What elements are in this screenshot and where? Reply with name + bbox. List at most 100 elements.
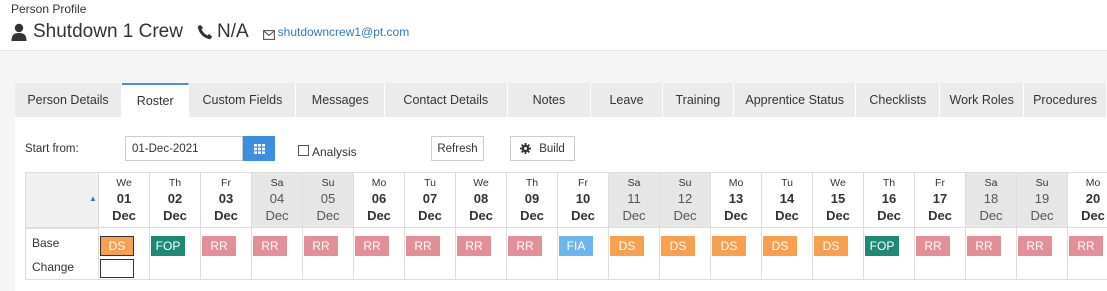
refresh-button[interactable]: Refresh [431, 136, 484, 161]
day-dow: We [116, 177, 132, 189]
day-num: 01 [116, 191, 132, 206]
day-cell: RR [354, 228, 405, 280]
day-dow: Fr [221, 177, 231, 189]
shift-badge[interactable]: FOP [865, 236, 899, 256]
shift-badge[interactable]: RR [355, 236, 389, 256]
tab-apprentice-status[interactable]: Apprentice Status [734, 83, 857, 117]
shift-badge[interactable]: DS [610, 236, 644, 256]
shift-badge[interactable]: RR [202, 236, 236, 256]
analysis-checkbox[interactable] [298, 145, 309, 156]
tab-checklists[interactable]: Checklists [856, 83, 941, 117]
day-mon: Dec [979, 208, 1003, 223]
refresh-label: Refresh [437, 142, 478, 155]
day-num: 06 [371, 191, 387, 206]
day-header: Sa 11 Dec [609, 172, 660, 228]
day-mon: Dec [469, 208, 493, 223]
start-from-label: Start from: [25, 143, 79, 155]
tab-notes[interactable]: Notes [507, 83, 592, 117]
tab-custom-fields[interactable]: Custom Fields [189, 83, 297, 117]
day-dow: Su [678, 177, 692, 189]
tab-roster[interactable]: Roster [121, 83, 190, 117]
tab-procedures[interactable]: Procedures [1024, 83, 1107, 117]
tab-leave[interactable]: Leave [591, 83, 663, 117]
shift-badge[interactable]: RR [916, 236, 950, 256]
shift-badge[interactable]: FOP [151, 236, 185, 256]
day-dow: We [830, 177, 846, 189]
day-mon: Dec [877, 208, 901, 223]
tab-messages[interactable]: Messages [296, 83, 386, 117]
shift-badge[interactable]: RR [508, 236, 542, 256]
day-mon: Dec [418, 208, 442, 223]
day-header: Mo 13 Dec [711, 172, 762, 228]
build-button[interactable]: Build [510, 136, 575, 161]
day-mon: Dec [673, 208, 697, 223]
row-label-change: Change [32, 260, 75, 274]
shift-badge[interactable]: DS [814, 236, 848, 256]
day-mon: Dec [520, 208, 544, 223]
tab-person-details[interactable]: Person Details [15, 83, 122, 117]
shift-badge[interactable]: RR [1018, 236, 1052, 256]
day-mon: Dec [214, 208, 238, 223]
day-num: 09 [524, 191, 540, 206]
shift-badge[interactable]: RR [967, 236, 1001, 256]
build-label: Build [539, 142, 565, 155]
roster-corner-header: ▲ [25, 172, 99, 228]
shift-badge[interactable]: FIA [559, 236, 593, 256]
day-header: We 01 Dec [99, 172, 150, 228]
shift-badge[interactable]: RR [406, 236, 440, 256]
sort-ascending-icon[interactable]: ▲ [89, 194, 97, 203]
day-mon: Dec [622, 208, 646, 223]
day-header: Fr 03 Dec [201, 172, 252, 228]
shift-badge[interactable]: DS [712, 236, 746, 256]
day-cell: DS [99, 228, 150, 280]
day-mon: Dec [1030, 208, 1054, 223]
day-num: 13 [728, 191, 744, 206]
shift-badge[interactable]: RR [1069, 236, 1103, 256]
day-dow: Fr [935, 177, 945, 189]
day-num: 04 [269, 191, 285, 206]
shift-badge[interactable]: DS [763, 236, 797, 256]
day-num: 12 [677, 191, 693, 206]
day-cell: RR [303, 228, 354, 280]
day-cell: FOP [150, 228, 201, 280]
day-cell: DS [813, 228, 864, 280]
person-header: Person Profile Shutdown 1 Crew N/A shutd… [11, 0, 409, 44]
email-link[interactable]: shutdowncrew1@pt.com [278, 25, 410, 39]
shift-badge[interactable]: RR [253, 236, 287, 256]
day-header: Su 19 Dec [1017, 172, 1068, 228]
day-dow: Th [168, 177, 182, 189]
roster-row-headers: Base Change [25, 228, 99, 280]
tab-contact-details[interactable]: Contact Details [385, 83, 508, 117]
phone-number: N/A [216, 21, 249, 42]
day-header: We 15 Dec [813, 172, 864, 228]
change-input[interactable] [100, 259, 134, 278]
day-header: Tu 14 Dec [762, 172, 813, 228]
shift-badge[interactable]: DS [100, 236, 134, 256]
day-dow: Su [321, 177, 335, 189]
day-dow: Th [882, 177, 896, 189]
analysis-label: Analysis [312, 145, 357, 159]
day-mon: Dec [724, 208, 748, 223]
day-num: 08 [473, 191, 489, 206]
shift-badge[interactable]: RR [304, 236, 338, 256]
analysis-toggle[interactable]: Analysis [298, 142, 357, 159]
tab-training[interactable]: Training [662, 83, 735, 117]
day-cell: DS [609, 228, 660, 280]
day-num: 20 [1085, 191, 1101, 206]
shift-badge[interactable]: RR [457, 236, 491, 256]
calendar-button[interactable] [243, 136, 275, 161]
envelope-icon [262, 27, 275, 40]
day-cell: FIA [558, 228, 609, 280]
shift-badge[interactable]: DS [661, 236, 695, 256]
day-num: 07 [422, 191, 438, 206]
day-header: Su 12 Dec [660, 172, 711, 228]
day-header: Su 05 Dec [303, 172, 354, 228]
day-dow: Mo [1085, 177, 1101, 189]
day-mon: Dec [112, 208, 136, 223]
tab-work-roles[interactable]: Work Roles [940, 83, 1025, 117]
start-date-input[interactable] [125, 136, 243, 161]
day-cell: RR [966, 228, 1017, 280]
day-header: Th 09 Dec [507, 172, 558, 228]
day-cell: RR [507, 228, 558, 280]
day-mon: Dec [571, 208, 595, 223]
